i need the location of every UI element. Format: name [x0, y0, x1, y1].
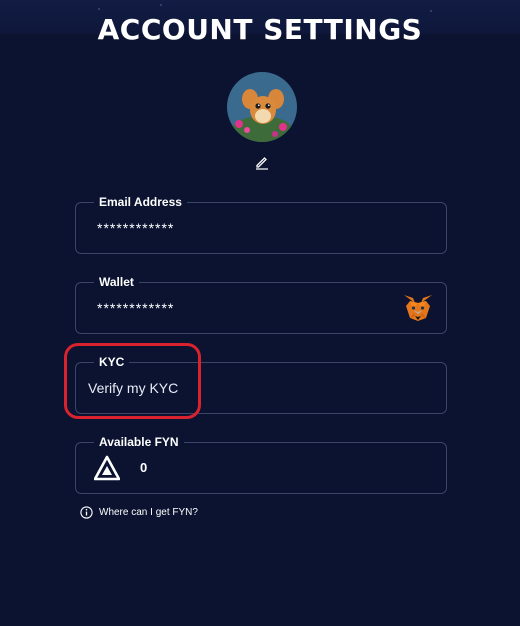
email-label: Email Address [94, 194, 187, 210]
email-value: ************ [97, 220, 175, 236]
edit-avatar-button[interactable] [252, 152, 272, 172]
wallet-value: ************ [97, 300, 175, 316]
pencil-icon [256, 157, 268, 170]
fyn-balance-value: 0 [140, 460, 148, 475]
fyn-balance-field: Available FYN 0 [75, 434, 447, 494]
profile-avatar [227, 72, 297, 142]
metamask-fox-icon [404, 295, 432, 321]
fyn-label: Available FYN [94, 434, 184, 450]
account-settings-page: ACCOUNT SETTINGS Email Address *********… [0, 0, 520, 626]
get-fyn-help-link[interactable]: Where can I get FYN? [80, 506, 198, 519]
wallet-field[interactable]: Wallet ************ [75, 274, 447, 334]
info-icon [80, 506, 93, 519]
wallet-label: Wallet [94, 274, 139, 290]
fyn-token-icon [94, 455, 120, 481]
page-title: ACCOUNT SETTINGS [97, 13, 423, 46]
email-field[interactable]: Email Address ************ [75, 194, 447, 254]
avatar-creature-image [227, 72, 297, 142]
help-text: Where can I get FYN? [99, 507, 198, 518]
kyc-highlight-annotation [64, 343, 201, 419]
